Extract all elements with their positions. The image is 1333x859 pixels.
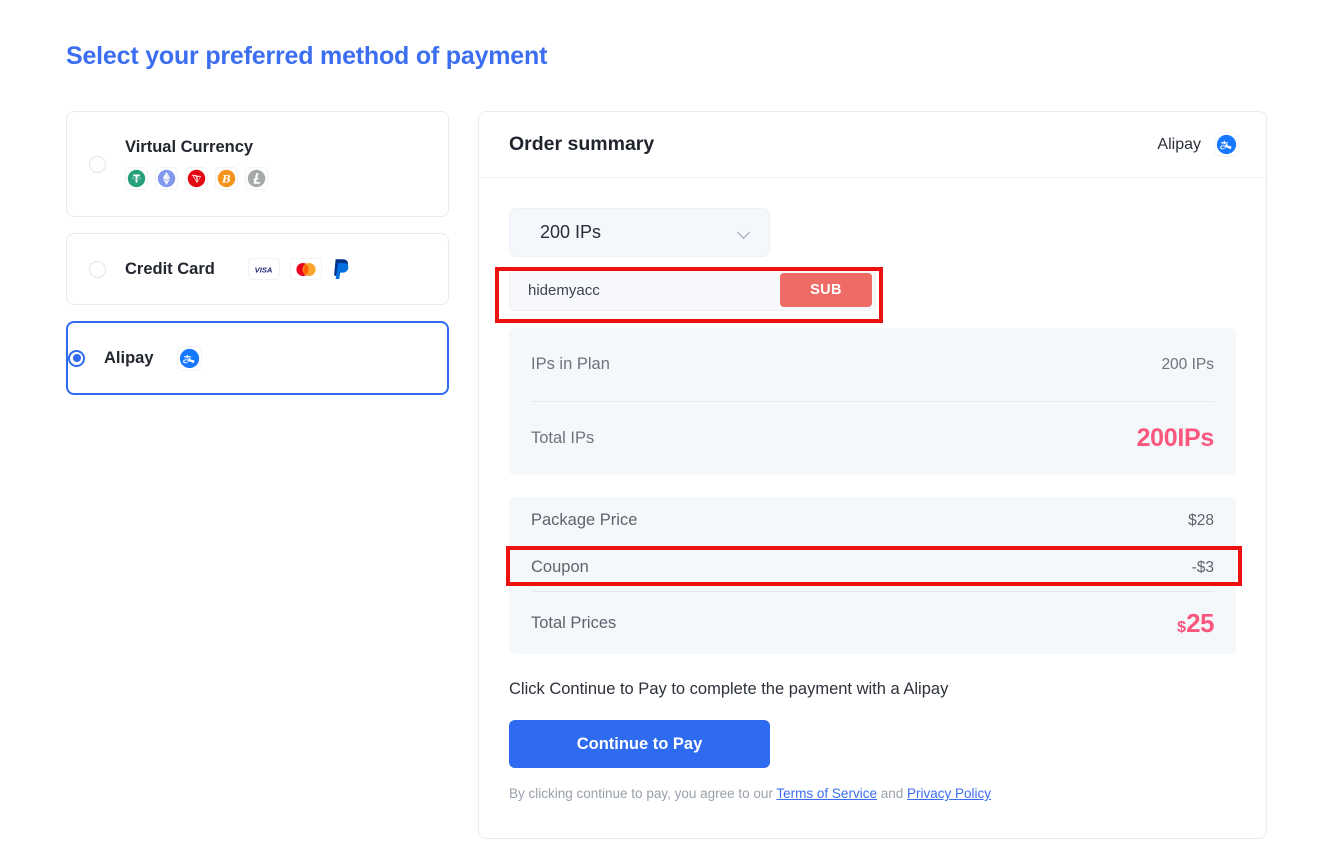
selected-method-indicator: Alipay	[1157, 132, 1239, 157]
order-summary-body: 200 IPs hidemyacc SUB IPs in Plan 200 IP…	[479, 178, 1266, 801]
tether-icon	[125, 167, 148, 190]
package-price-label: Package Price	[531, 511, 638, 529]
privacy-policy-link[interactable]: Privacy Policy	[907, 786, 991, 801]
total-prices-label: Total Prices	[531, 613, 617, 632]
card-brand-row: VISA	[247, 257, 352, 281]
payment-method-list: Virtual Currency B Credit Card VISA Alip…	[66, 111, 449, 411]
checkout-page: Select your preferred method of payment …	[0, 0, 1333, 859]
crypto-icon-row: B	[125, 167, 268, 190]
ethereum-icon	[155, 167, 178, 190]
coupon-input-row[interactable]: hidemyacc SUB	[509, 269, 876, 311]
radio-credit-card[interactable]	[89, 260, 106, 278]
payment-method-alipay[interactable]: Alipay	[66, 321, 449, 395]
chevron-down-icon	[738, 228, 752, 237]
order-summary-title: Order summary	[509, 133, 655, 155]
order-summary-panel: Order summary Alipay 200 IPs hidemyacc S…	[478, 111, 1267, 839]
total-prices-row: Total Prices $25	[509, 592, 1236, 654]
package-price-row: Package Price $28	[509, 497, 1236, 544]
svg-text:B: B	[221, 174, 231, 186]
order-summary-header: Order summary Alipay	[479, 112, 1266, 178]
pay-instruction-text: Click Continue to Pay to complete the pa…	[509, 680, 949, 698]
payment-method-label-virtual-currency: Virtual Currency	[125, 138, 254, 156]
legal-text: By clicking continue to pay, you agree t…	[509, 786, 1236, 801]
continue-to-pay-button[interactable]: Continue to Pay	[509, 720, 770, 768]
coupon-submit-button[interactable]: SUB	[780, 273, 872, 307]
total-ips-value: 200IPs	[1136, 424, 1215, 452]
payment-method-label-credit-card: Credit Card	[125, 259, 215, 278]
payment-method-virtual-currency[interactable]: Virtual Currency B	[66, 111, 449, 217]
coupon-entry: hidemyacc SUB	[509, 269, 1236, 311]
svg-text:VISA: VISA	[255, 265, 273, 274]
total-ips-label: Total IPs	[531, 429, 595, 447]
ips-in-plan-label: IPs in Plan	[531, 355, 610, 373]
radio-virtual-currency[interactable]	[89, 155, 106, 173]
ips-in-plan-value: 200 IPs	[1161, 355, 1214, 373]
alipay-icon	[176, 345, 202, 371]
plan-select[interactable]: 200 IPs	[509, 208, 770, 257]
litecoin-icon	[245, 167, 268, 190]
coupon-value: -$3	[1191, 558, 1214, 576]
page-title: Select your preferred method of payment	[66, 42, 548, 70]
total-amount: 25	[1186, 607, 1214, 638]
virtual-currency-body: Virtual Currency B	[125, 138, 268, 190]
visa-icon: VISA	[247, 258, 280, 280]
alipay-icon	[1214, 132, 1239, 157]
ips-in-plan-row: IPs in Plan 200 IPs	[509, 328, 1236, 401]
plan-select-value: 200 IPs	[540, 222, 602, 242]
payment-method-credit-card[interactable]: Credit Card VISA	[66, 233, 449, 305]
coupon-input[interactable]: hidemyacc	[528, 282, 600, 299]
radio-alipay[interactable]	[68, 349, 85, 367]
total-prices-value: $25	[1177, 608, 1214, 639]
legal-middle: and	[876, 786, 907, 801]
payment-method-label-alipay: Alipay	[104, 348, 154, 367]
price-summary-block: Package Price $28 Coupon -$3 Total Price…	[509, 497, 1236, 654]
legal-prefix: By clicking continue to pay, you agree t…	[509, 786, 777, 801]
mastercard-icon	[289, 258, 322, 280]
selected-method-name: Alipay	[1157, 135, 1201, 153]
paypal-icon	[332, 257, 352, 281]
bitcoin-icon: B	[215, 167, 238, 190]
total-currency: $	[1177, 618, 1187, 636]
total-ips-row: Total IPs 200IPs	[509, 402, 1236, 475]
coupon-discount-row: Coupon -$3	[509, 544, 1236, 591]
ip-summary-block: IPs in Plan 200 IPs Total IPs 200IPs	[509, 328, 1236, 475]
terms-of-service-link[interactable]: Terms of Service	[776, 786, 877, 801]
coupon-label: Coupon	[531, 558, 589, 576]
package-price-value: $28	[1188, 511, 1214, 529]
tron-icon	[185, 167, 208, 190]
